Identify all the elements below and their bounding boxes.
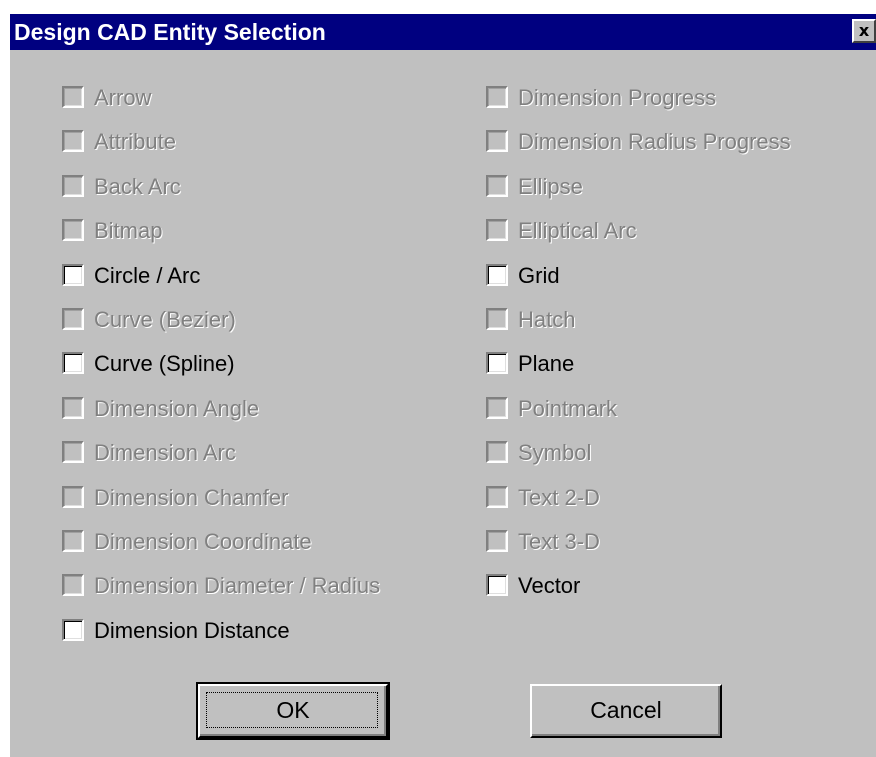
close-icon: x (858, 21, 870, 40)
checkbox-box (62, 308, 84, 330)
close-button[interactable]: x (852, 19, 876, 43)
checkbox-label: Grid (518, 263, 560, 288)
checkbox-label: Dimension Radius Progress (518, 129, 791, 154)
checkbox-box (62, 219, 84, 241)
entity-selection-dialog: Design CAD Entity Selection x Arrow Attri… (8, 12, 876, 757)
window-title: Design CAD Entity Selection (14, 19, 326, 45)
checkbox-box (486, 175, 508, 197)
checkbox-label: Arrow (94, 85, 152, 110)
checkbox-label: Dimension Chamfer (94, 485, 289, 510)
checkbox-box (486, 86, 508, 108)
checkbox-box (62, 486, 84, 508)
checkbox-label: Text 3-D (518, 529, 600, 554)
checkbox-box (62, 574, 84, 596)
checkbox-label: Pointmark (518, 396, 618, 421)
checkbox-box (486, 486, 508, 508)
checkbox-box (62, 441, 84, 463)
checkbox-box (486, 130, 508, 152)
checkbox-label: Plane (518, 351, 575, 376)
cancel-button-label: Cancel (590, 697, 662, 723)
checkbox-box (62, 130, 84, 152)
ok-button-label: OK (276, 697, 310, 723)
ok-button[interactable]: OK (196, 682, 390, 740)
title-bar: Design CAD Entity Selection x (10, 14, 876, 50)
checkbox-label: Dimension Diameter / Radius (94, 573, 381, 598)
checkbox-box (486, 441, 508, 463)
checkbox-label: Vector (518, 573, 581, 598)
checkbox-label: Attribute (94, 129, 176, 154)
checkbox-box[interactable] (486, 574, 508, 596)
checkbox-label: Dimension Arc (94, 440, 236, 465)
checkbox-label: Text 2-D (518, 485, 600, 510)
checkbox-box[interactable] (62, 264, 84, 286)
checkbox-box (486, 530, 508, 552)
checkbox-label: Circle / Arc (94, 263, 201, 288)
checkbox-label: Elliptical Arc (518, 218, 637, 243)
checkbox-label: Ellipse (518, 174, 583, 199)
checkbox-label: Curve (Bezier) (94, 307, 236, 332)
checkbox-label: Back Arc (94, 174, 181, 199)
checkbox-box (62, 530, 84, 552)
checkbox-label: Dimension Distance (94, 618, 290, 643)
checkbox-label: Dimension Progress (518, 85, 717, 110)
checkbox-box (486, 397, 508, 419)
checkbox-box (62, 175, 84, 197)
checkbox-label: Curve (Spline) (94, 351, 235, 376)
checkbox-box[interactable] (62, 619, 84, 641)
checkbox-box[interactable] (486, 352, 508, 374)
checkbox-box (62, 397, 84, 419)
cancel-button[interactable]: Cancel (530, 684, 722, 738)
checkbox-box (486, 308, 508, 330)
checkbox-box (486, 219, 508, 241)
checkbox-box[interactable] (486, 264, 508, 286)
checkbox-label: Bitmap (94, 218, 163, 243)
checkbox-box (62, 86, 84, 108)
checkbox-label: Hatch (518, 307, 576, 332)
checkbox-label: Dimension Angle (94, 396, 260, 421)
checkbox-label: Symbol (518, 440, 592, 465)
checkbox-box[interactable] (62, 352, 84, 374)
checkbox-label: Dimension Coordinate (94, 529, 312, 554)
